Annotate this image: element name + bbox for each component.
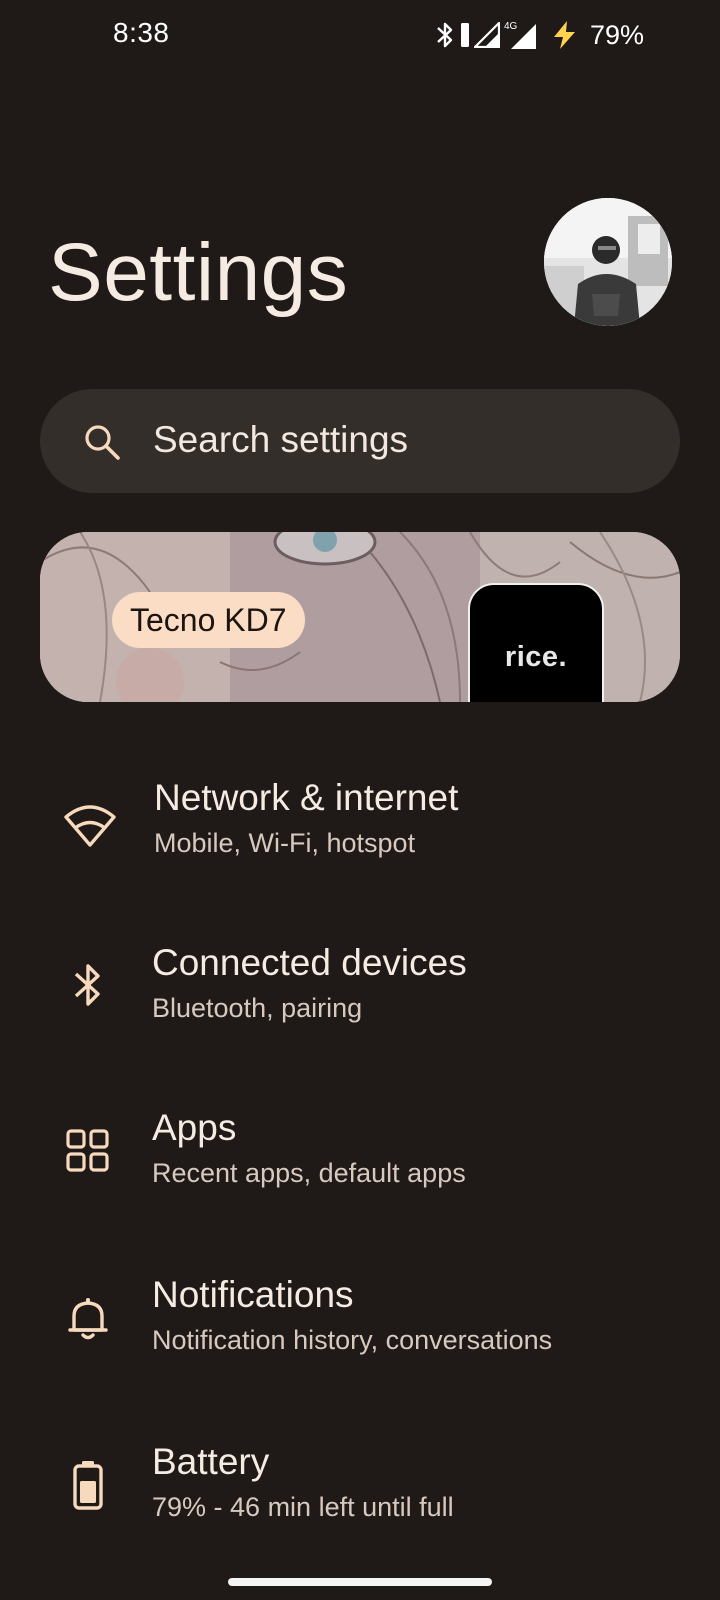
setting-subtitle: Recent apps, default apps bbox=[152, 1158, 466, 1188]
apps-grid-icon bbox=[66, 1129, 109, 1172]
setting-title: Battery bbox=[152, 1441, 270, 1482]
setting-notifications[interactable]: Notifications Notification history, conv… bbox=[0, 1274, 720, 1424]
status-icons: 4G 79% bbox=[434, 18, 644, 52]
device-banner[interactable]: Tecno KD7 rice. bbox=[40, 532, 680, 702]
setting-title: Connected devices bbox=[152, 942, 467, 983]
setting-subtitle: Bluetooth, pairing bbox=[152, 993, 363, 1023]
setting-connected-devices[interactable]: Connected devices Bluetooth, pairing bbox=[0, 940, 720, 1090]
vibrate-icon bbox=[460, 23, 469, 47]
setting-apps[interactable]: Apps Recent apps, default apps bbox=[0, 1107, 720, 1257]
setting-battery[interactable]: Battery 79% - 46 min left until full bbox=[0, 1441, 720, 1591]
setting-subtitle: Mobile, Wi-Fi, hotspot bbox=[154, 828, 416, 858]
setting-title: Notifications bbox=[152, 1274, 354, 1315]
svg-text:4G: 4G bbox=[504, 21, 518, 32]
setting-title: Apps bbox=[152, 1107, 237, 1148]
wifi-icon bbox=[64, 805, 116, 847]
setting-subtitle: Notification history, conversations bbox=[152, 1325, 553, 1355]
settings-screen: 8:38 4G 79% Settings Search settings Tec… bbox=[0, 0, 720, 1600]
search-placeholder: Search settings bbox=[153, 419, 409, 460]
bluetooth-icon bbox=[74, 964, 100, 1006]
search-icon bbox=[85, 425, 120, 460]
status-bar: 8:38 4G 79% bbox=[0, 0, 720, 70]
setting-network-internet[interactable]: Network & internet Mobile, Wi-Fi, hotspo… bbox=[0, 775, 720, 925]
bluetooth-icon bbox=[437, 22, 453, 48]
setting-subtitle: 79% - 46 min left until full bbox=[152, 1492, 454, 1522]
charging-icon bbox=[553, 21, 575, 49]
signal-icon bbox=[473, 22, 500, 48]
search-bar[interactable]: Search settings bbox=[40, 389, 680, 493]
battery-icon bbox=[73, 1461, 103, 1510]
page-title: Settings bbox=[48, 227, 349, 318]
setting-title: Network & internet bbox=[154, 777, 459, 818]
avatar[interactable] bbox=[544, 198, 672, 326]
gesture-nav-handle[interactable] bbox=[228, 1578, 492, 1586]
bell-icon bbox=[68, 1298, 108, 1340]
battery-percent: 79% bbox=[589, 19, 644, 50]
profile-photo bbox=[544, 198, 672, 326]
phone-illustration: rice. bbox=[468, 583, 604, 702]
phone-wallpaper-label: rice. bbox=[504, 641, 568, 673]
device-name-chip[interactable]: Tecno KD7 bbox=[112, 592, 305, 648]
signal-4g-icon: 4G bbox=[504, 21, 536, 49]
status-time: 8:38 bbox=[113, 17, 170, 48]
